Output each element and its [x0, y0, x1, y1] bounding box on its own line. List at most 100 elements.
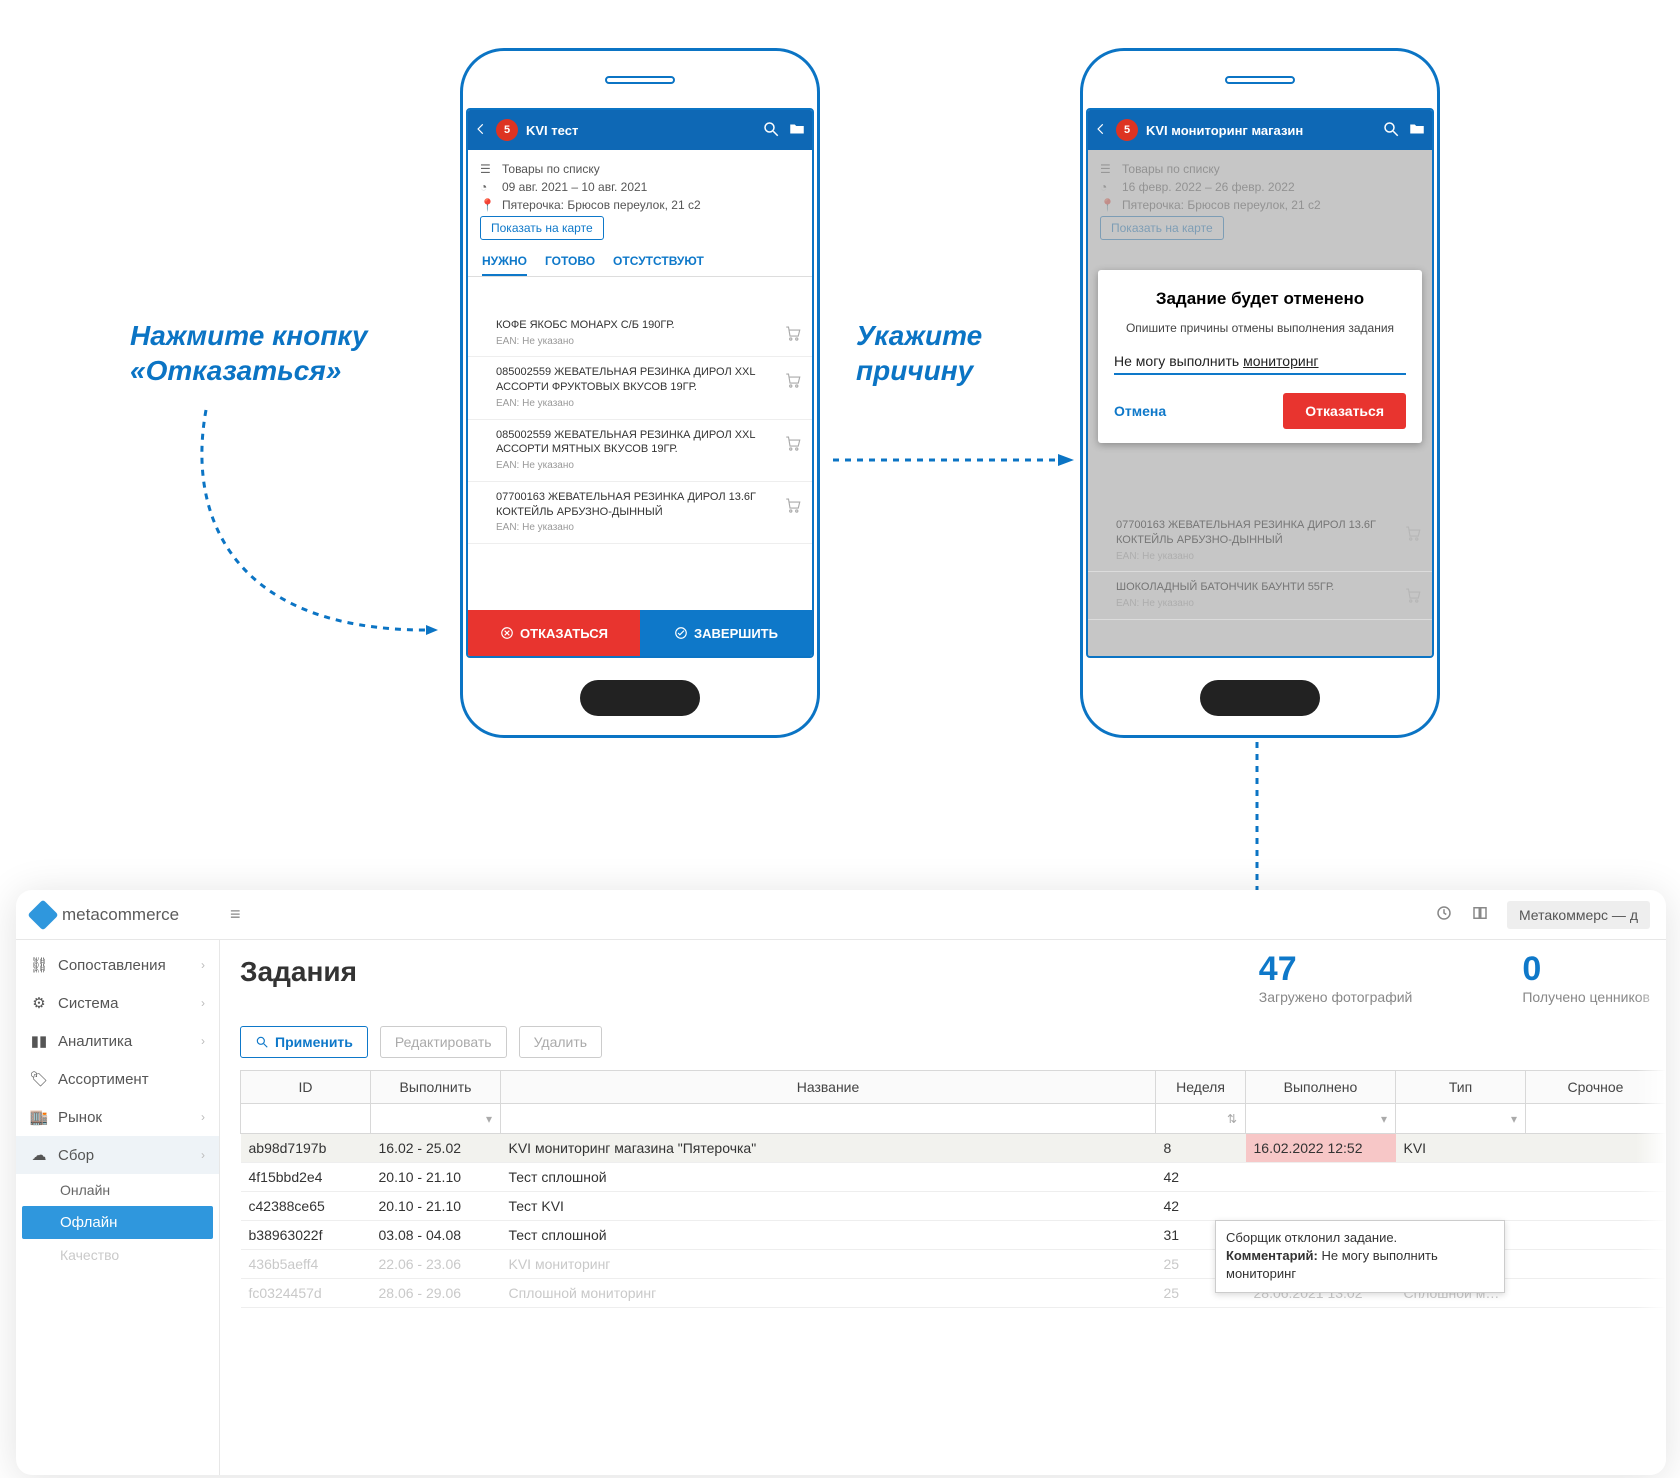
- dialog-title: Задание будет отменено: [1114, 288, 1406, 310]
- fade-overlay: [1636, 940, 1666, 1475]
- tab-absent[interactable]: ОТСУТСТВУЮТ: [613, 254, 704, 276]
- help-icon[interactable]: [1435, 904, 1453, 925]
- tag-icon: 🏷: [30, 1070, 48, 1088]
- finish-button[interactable]: ЗАВЕРШИТЬ: [640, 610, 812, 656]
- cart-icon[interactable]: [784, 371, 802, 394]
- product-item: 07700163 ЖЕВАТЕЛЬНАЯ РЕЗИНКА ДИРОЛ 13.6Г…: [1088, 510, 1432, 572]
- cart-icon[interactable]: [1404, 524, 1422, 547]
- list-icon: ☰: [480, 162, 494, 176]
- phone-1: 5 KVI тест ☰Товары по списку ◔09 авг. 20…: [460, 48, 820, 738]
- phone1-info-list: Товары по списку: [502, 162, 600, 176]
- chevron-icon: ›: [201, 1148, 205, 1162]
- arrow-1: [176, 400, 456, 680]
- chevron-icon: ›: [201, 1110, 205, 1124]
- callout-give-reason: Укажитепричину: [856, 318, 982, 388]
- sidebar: ⛓Сопоставления›⚙Система›▮▮Аналитика›🏷Асс…: [16, 940, 220, 1475]
- cart-icon[interactable]: [784, 434, 802, 457]
- col-header[interactable]: Выполнить: [371, 1071, 501, 1104]
- stat-prices: 0Получено ценников: [1522, 950, 1650, 1007]
- bars-icon: ▮▮: [30, 1032, 48, 1050]
- pin-icon: 📍: [480, 198, 494, 212]
- chevron-icon: ›: [201, 958, 205, 972]
- sidebar-item-Ассортимент[interactable]: 🏷Ассортимент: [16, 1060, 219, 1098]
- back-icon[interactable]: [1094, 122, 1108, 139]
- search-icon[interactable]: [762, 120, 780, 141]
- product-item[interactable]: 07700163 ЖЕВАТЕЛЬНАЯ РЕЗИНКА ДИРОЛ 13.6Г…: [468, 482, 812, 544]
- sort-icon[interactable]: ⇅: [1156, 1104, 1246, 1134]
- cart-icon[interactable]: [784, 324, 802, 347]
- sidebar-subitem-Качество[interactable]: Качество: [16, 1239, 219, 1271]
- col-header[interactable]: Неделя: [1156, 1071, 1246, 1104]
- sidebar-item-Сбор[interactable]: ☁Сбор›: [16, 1136, 219, 1174]
- cloud-icon: ☁: [30, 1146, 48, 1164]
- phone1-tabs: НУЖНО ГОТОВО ОТСУТСТВУЮТ: [468, 248, 812, 277]
- brand[interactable]: metacommerce: [32, 904, 218, 926]
- sidebar-item-Сопоставления[interactable]: ⛓Сопоставления›: [16, 946, 219, 984]
- callout-press-decline: Нажмите кнопку«Отказаться»: [130, 318, 368, 388]
- phone1-item-list[interactable]: КОФЕ ЯКОБС МОНАРХ С/Б 190ГР.EAN: Не указ…: [468, 310, 812, 610]
- dialog-cancel-button[interactable]: Отмена: [1114, 403, 1166, 419]
- product-item[interactable]: 085002559 ЖЕВАТЕЛЬНАЯ РЕЗИНКА ДИРОЛ XXL …: [468, 420, 812, 482]
- phone2-bg-items: 07700163 ЖЕВАТЕЛЬНАЯ РЕЗИНКА ДИРОЛ 13.6Г…: [1088, 510, 1432, 620]
- edit-button[interactable]: Редактировать: [380, 1026, 507, 1058]
- brand-logo-icon: [27, 899, 58, 930]
- docs-icon[interactable]: [1471, 904, 1489, 925]
- reason-input[interactable]: Не могу выполнить мониторинг: [1114, 349, 1406, 375]
- account-chip[interactable]: Метакоммерс — д: [1507, 901, 1650, 929]
- dialog-decline-button[interactable]: Отказаться: [1283, 393, 1406, 429]
- col-header[interactable]: ID: [241, 1071, 371, 1104]
- chevron-icon: ›: [201, 1034, 205, 1048]
- table-row[interactable]: ab98d7197b16.02 - 25.02KVI мониторинг ма…: [241, 1134, 1666, 1163]
- arrow-2: [828, 440, 1078, 480]
- tab-need[interactable]: НУЖНО: [482, 254, 527, 276]
- show-on-map-button[interactable]: Показать на карте: [480, 216, 604, 240]
- cart-icon[interactable]: [1404, 586, 1422, 609]
- sidebar-item-Рынок[interactable]: 🏬Рынок›: [16, 1098, 219, 1136]
- col-header[interactable]: Тип: [1396, 1071, 1526, 1104]
- tab-done[interactable]: ГОТОВО: [545, 254, 595, 276]
- sort-icon[interactable]: ▾: [1246, 1104, 1396, 1134]
- sidebar-item-Система[interactable]: ⚙Система›: [16, 984, 219, 1022]
- filter-icon[interactable]: ▾: [371, 1104, 501, 1134]
- compare-icon: ⛓: [30, 956, 48, 974]
- menu-toggle-icon[interactable]: ≡: [230, 904, 241, 925]
- sidebar-subitem-Офлайн[interactable]: Офлайн: [22, 1206, 213, 1239]
- desktop-panel: metacommerce ≡ Метакоммерс — д ⛓Сопостав…: [16, 890, 1666, 1475]
- product-item[interactable]: 085002559 ЖЕВАТЕЛЬНАЯ РЕЗИНКА ДИРОЛ XXL …: [468, 357, 812, 419]
- main-area: Задания 47Загружено фотографий 0Получено…: [220, 940, 1666, 1475]
- phone2-title: KVI мониторинг магазин: [1146, 123, 1374, 138]
- phone1-header: 5 KVI тест: [468, 110, 812, 150]
- pyaterochka-logo: 5: [1116, 119, 1138, 141]
- folder-icon[interactable]: [788, 120, 806, 141]
- sidebar-item-Аналитика[interactable]: ▮▮Аналитика›: [16, 1022, 219, 1060]
- gear-icon: ⚙: [30, 994, 48, 1012]
- col-header[interactable]: Название: [501, 1071, 1156, 1104]
- row-tooltip: Сборщик отклонил задание. Комментарий: Н…: [1215, 1220, 1505, 1293]
- stat-photos: 47Загружено фотографий: [1259, 950, 1413, 1007]
- phone1-title: KVI тест: [526, 123, 754, 138]
- sidebar-subitem-Онлайн[interactable]: Онлайн: [16, 1174, 219, 1206]
- product-item: ШОКОЛАДНЫЙ БАТОНЧИК БАУНТИ 55ГР.EAN: Не …: [1088, 572, 1432, 619]
- store-icon: 🏬: [30, 1108, 48, 1126]
- phone2-header: 5 KVI мониторинг магазин: [1088, 110, 1432, 150]
- table-row[interactable]: 4f15bbd2e420.10 - 21.10Тест сплошной42: [241, 1163, 1666, 1192]
- filter-icon[interactable]: ▾: [1396, 1104, 1526, 1134]
- chevron-icon: ›: [201, 996, 205, 1010]
- phone1-info-address: Пятерочка: Брюсов переулок, 21 с2: [502, 198, 701, 212]
- col-header[interactable]: Выполнено: [1246, 1071, 1396, 1104]
- product-item[interactable]: КОФЕ ЯКОБС МОНАРХ С/Б 190ГР.EAN: Не указ…: [468, 310, 812, 357]
- search-icon[interactable]: [1382, 120, 1400, 141]
- apply-button[interactable]: Применить: [240, 1026, 368, 1058]
- decline-button[interactable]: ОТКАЗАТЬСЯ: [468, 610, 640, 656]
- cancel-dialog: Задание будет отменено Опишите причины о…: [1098, 270, 1422, 443]
- folder-icon[interactable]: [1408, 120, 1426, 141]
- pyaterochka-logo: 5: [496, 119, 518, 141]
- delete-button[interactable]: Удалить: [519, 1026, 602, 1058]
- table-row[interactable]: c42388ce6520.10 - 21.10Тест KVI42: [241, 1192, 1666, 1221]
- fade-overlay: [220, 1415, 1666, 1475]
- back-icon[interactable]: [474, 122, 488, 139]
- clock-icon: ◔: [480, 180, 494, 194]
- phone-2: 5 KVI мониторинг магазин ☰Товары по спис…: [1080, 48, 1440, 738]
- desktop-topbar: metacommerce ≡ Метакоммерс — д: [16, 890, 1666, 940]
- cart-icon[interactable]: [784, 496, 802, 519]
